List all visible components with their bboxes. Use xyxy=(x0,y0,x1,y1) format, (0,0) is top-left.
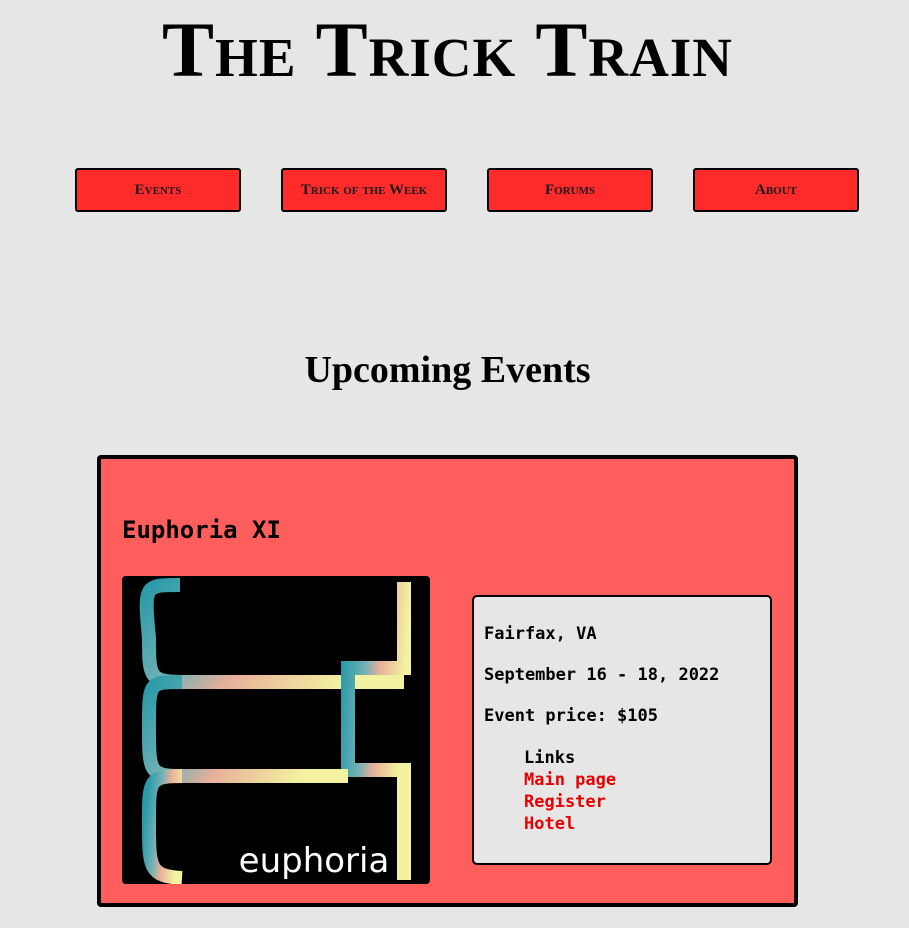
event-info-box: Fairfax, VA September 16 - 18, 2022 Even… xyxy=(472,595,772,865)
event-dates: September 16 - 18, 2022 xyxy=(484,665,720,685)
event-logo-text: euphoria xyxy=(239,841,390,881)
event-logo-image: euphoria xyxy=(122,576,430,884)
site-title: The Trick Train xyxy=(162,6,733,93)
register-link[interactable]: Register xyxy=(524,791,616,813)
event-name: Euphoria XI xyxy=(122,516,281,544)
upcoming-events-heading: Upcoming Events xyxy=(304,349,591,391)
event-links: Links Main page Register Hotel xyxy=(524,747,616,835)
nav-forums-button[interactable]: Forums xyxy=(487,168,653,212)
links-label: Links xyxy=(524,748,576,768)
event-location: Fairfax, VA xyxy=(484,624,597,644)
nav-events-button[interactable]: Events xyxy=(75,168,241,212)
hotel-link[interactable]: Hotel xyxy=(524,813,616,835)
event-card: Euphoria XI euphoria Fairfax, VA Septemb… xyxy=(97,455,798,907)
nav-trick-of-the-week-button[interactable]: Trick of the Week xyxy=(281,168,447,212)
event-price: Event price: $105 xyxy=(484,706,658,726)
nav-about-button[interactable]: About xyxy=(693,168,859,212)
main-page-link[interactable]: Main page xyxy=(524,769,616,791)
